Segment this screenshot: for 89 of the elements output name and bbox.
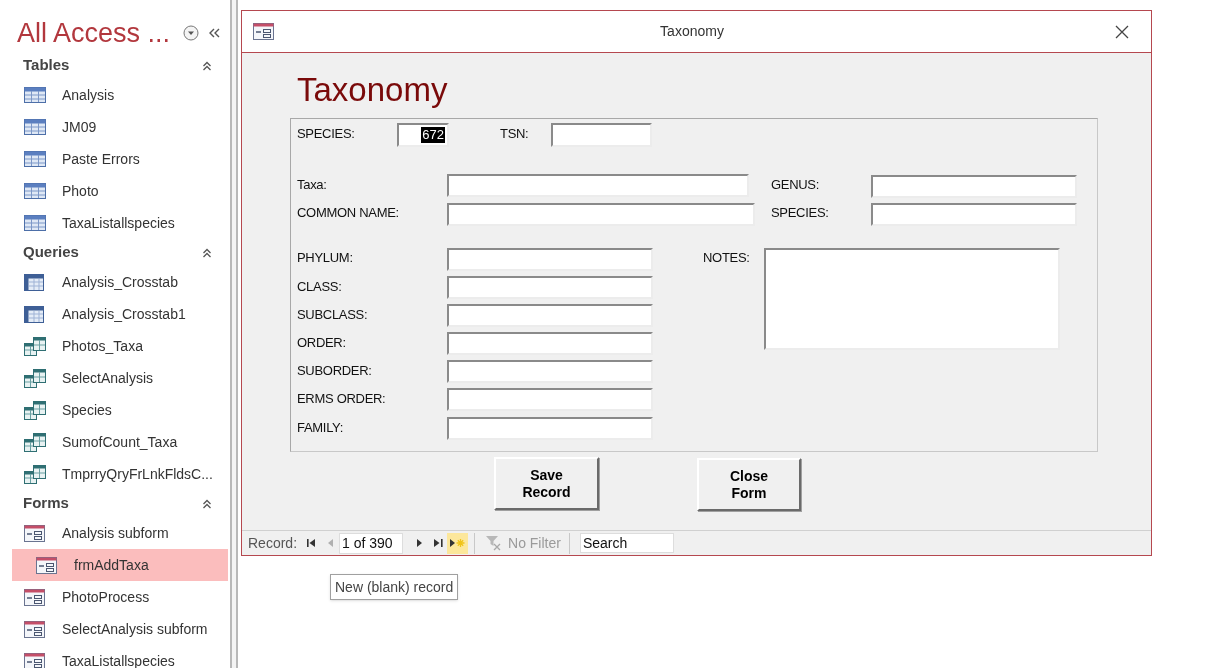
tooltip: New (blank) record: [330, 574, 459, 600]
field-label: ERMS ORDER:: [297, 391, 386, 407]
query-icon: [24, 464, 46, 484]
form-window-icon: [253, 23, 274, 40]
nav-item[interactable]: frmAddTaxa: [12, 549, 228, 581]
nav-item[interactable]: SelectAnalysis: [0, 362, 230, 394]
form-icon: [24, 620, 45, 638]
nav-item[interactable]: Species: [0, 394, 230, 426]
table-icon: [24, 215, 46, 231]
nav-item[interactable]: Photo: [0, 175, 230, 207]
record-number-field[interactable]: 1 of 390: [339, 532, 404, 554]
field-label: CLASS:: [297, 279, 342, 295]
group-header[interactable]: Forms: [23, 492, 69, 515]
text-field[interactable]: [447, 388, 653, 411]
pane-title: All Access ...: [17, 19, 171, 47]
group-header[interactable]: Tables: [23, 54, 70, 77]
collapse-icon[interactable]: [202, 247, 212, 258]
collapse-icon[interactable]: [202, 498, 212, 509]
filter-icon: [485, 535, 503, 551]
text-field[interactable]: [447, 304, 653, 327]
text-field[interactable]: [447, 276, 653, 299]
crosstab-icon: [24, 273, 44, 291]
group-header[interactable]: Queries: [23, 241, 79, 264]
nav-item[interactable]: SelectAnalysis subform: [0, 613, 230, 645]
field-label: SUBORDER:: [297, 363, 372, 379]
nav-item[interactable]: Photos_Taxa: [0, 330, 230, 362]
field-label: PHYLUM:: [297, 250, 353, 266]
search-field[interactable]: Search: [579, 533, 674, 553]
nav-item[interactable]: Paste Errors: [0, 143, 230, 175]
text-field[interactable]: [447, 203, 755, 226]
nav-item[interactable]: TaxaListallspecies: [0, 207, 230, 239]
nav-item[interactable]: PhotoProcess: [0, 581, 230, 613]
text-field[interactable]: 672: [397, 123, 449, 147]
form-icon: [24, 524, 45, 542]
record-label: Record:: [248, 533, 298, 553]
field-label: ORDER:: [297, 335, 346, 351]
previous-record-icon[interactable]: [328, 538, 334, 548]
form-icon: [24, 588, 45, 606]
nav-item[interactable]: TmprryQryFrLnkFldsC...: [0, 458, 230, 490]
first-record-icon[interactable]: [307, 538, 317, 548]
nav-item[interactable]: Analysis_Crosstab: [0, 266, 230, 298]
field-label: COMMON NAME:: [297, 205, 399, 221]
close-icon[interactable]: [1115, 24, 1129, 39]
table-icon: [24, 183, 46, 199]
form-icon: [24, 652, 45, 668]
collapse-pane-icon[interactable]: [209, 28, 220, 38]
crosstab-icon: [24, 305, 44, 323]
notes-field[interactable]: [764, 248, 1060, 350]
nav-item[interactable]: JM09: [0, 111, 230, 143]
field-label: SPECIES:: [297, 126, 355, 142]
field-label: FAMILY:: [297, 420, 344, 436]
collapse-icon[interactable]: [202, 60, 212, 71]
form-button[interactable]: Close Form: [697, 458, 801, 511]
field-label: GENUS:: [771, 177, 820, 193]
nav-item[interactable]: TaxaListallspecies: [0, 645, 230, 668]
table-icon: [24, 87, 46, 103]
new-record-icon: [450, 538, 466, 548]
field-label: NOTES:: [703, 250, 750, 266]
table-icon: [24, 151, 46, 167]
next-record-icon[interactable]: [417, 538, 423, 548]
query-icon: [24, 336, 46, 356]
form-icon: [36, 556, 57, 574]
table-icon: [24, 119, 46, 135]
query-icon: [24, 432, 46, 452]
text-field[interactable]: [871, 203, 1077, 226]
text-field[interactable]: [447, 248, 653, 271]
text-field[interactable]: [871, 175, 1077, 198]
nav-item[interactable]: SumofCount_Taxa: [0, 426, 230, 458]
text-field[interactable]: [447, 360, 653, 383]
text-field[interactable]: [447, 417, 653, 440]
field-label: TSN:: [500, 126, 529, 142]
query-icon: [24, 400, 46, 420]
text-field[interactable]: [447, 332, 653, 355]
field-label: SPECIES:: [771, 205, 829, 221]
text-field[interactable]: [447, 174, 749, 197]
text-field[interactable]: [551, 123, 652, 147]
field-label: Taxa:: [297, 177, 327, 193]
nav-item[interactable]: Analysis: [0, 79, 230, 111]
nav-item[interactable]: Analysis_Crosstab1: [0, 298, 230, 330]
window-title: Taxonomy: [659, 22, 725, 41]
field-label: SUBCLASS:: [297, 307, 368, 323]
new-record-button[interactable]: [447, 532, 469, 554]
form-heading: Taxonomy: [297, 70, 448, 110]
dropdown-icon[interactable]: [183, 25, 199, 41]
form-button[interactable]: Save Record: [494, 457, 599, 510]
pane-splitter[interactable]: [230, 0, 238, 668]
query-icon: [24, 368, 46, 388]
last-record-icon[interactable]: [434, 538, 444, 548]
nav-item[interactable]: Analysis subform: [0, 517, 230, 549]
